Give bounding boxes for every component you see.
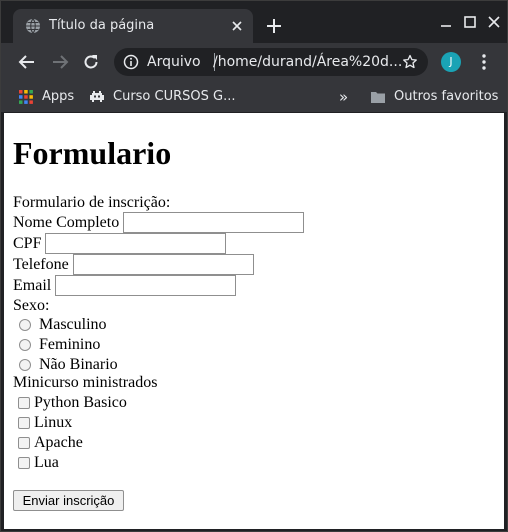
tab-title: Título da página — [49, 18, 155, 33]
sex-label: Sexo: — [13, 297, 50, 314]
checkbox-python[interactable] — [18, 397, 30, 409]
globe-icon — [26, 18, 40, 34]
maximize-icon[interactable] — [463, 15, 477, 29]
sex-option-male[interactable]: Masculino — [13, 315, 107, 335]
info-icon[interactable] — [123, 54, 139, 70]
course-option-lua[interactable]: Lua — [13, 453, 59, 473]
bookmark-apps[interactable]: Apps — [18, 88, 74, 106]
cpf-input[interactable] — [45, 233, 227, 254]
cpf-field-row: CPF — [13, 233, 227, 254]
bookmarks-bar: Apps Curso CURSOS G... » Outros favorito… — [1, 81, 507, 113]
bookmark-star-icon[interactable] — [402, 54, 418, 70]
bookmarks-overflow[interactable]: » — [339, 88, 348, 106]
email-input[interactable] — [55, 275, 237, 296]
radio-masculino[interactable] — [19, 319, 31, 331]
sex-option-female[interactable]: Feminino — [13, 335, 100, 355]
close-tab-icon[interactable] — [229, 18, 245, 34]
bookmark-course[interactable]: Curso CURSOS G... — [89, 88, 235, 106]
bookmark-course-label: Curso CURSOS G... — [113, 89, 236, 104]
page-viewport: Formulario Formulario de inscrição: Nome… — [4, 113, 504, 529]
browser-window: Título da página Arquivo /home/durand/Ár… — [0, 0, 508, 532]
checkbox-linux-label: Linux — [34, 414, 73, 431]
page-title: Formulario — [13, 135, 172, 171]
new-tab-icon[interactable] — [264, 16, 284, 36]
checkbox-linux[interactable] — [18, 417, 30, 429]
checkbox-python-label: Python Basico — [34, 394, 127, 411]
address-scheme: Arquivo — [147, 54, 201, 70]
bookmark-other-folder[interactable]: Outros favoritos — [370, 88, 498, 106]
reload-icon[interactable] — [82, 53, 100, 71]
back-arrow-icon[interactable] — [18, 53, 36, 71]
form-intro: Formulario de inscrição: — [13, 194, 171, 211]
courses-label: Minicurso ministrados — [13, 374, 158, 391]
phone-label: Telefone — [13, 255, 69, 273]
radio-masculino-label: Masculino — [39, 316, 107, 333]
course-option-linux[interactable]: Linux — [13, 413, 72, 433]
submit-button[interactable]: Enviar inscrição — [13, 490, 124, 511]
email-label: Email — [13, 276, 52, 294]
profile-avatar[interactable]: J — [441, 52, 461, 72]
checkbox-apache-label: Apache — [34, 434, 83, 451]
tab-strip: Título da página — [1, 1, 507, 43]
checkbox-apache[interactable] — [18, 437, 30, 449]
browser-toolbar: Arquivo /home/durand/Área%20d... J — [1, 43, 507, 81]
radio-nao-binario-label: Não Binario — [39, 356, 118, 373]
name-field-row: Nome Completo — [13, 212, 305, 233]
course-option-python[interactable]: Python Basico — [13, 393, 127, 413]
bookmark-other-label: Outros favoritos — [394, 89, 499, 104]
radio-feminino-label: Feminino — [39, 336, 101, 353]
bookmark-apps-label: Apps — [42, 89, 75, 104]
sex-option-nonbinary[interactable]: Não Binario — [13, 355, 118, 375]
email-field-row: Email — [13, 275, 237, 296]
phone-field-row: Telefone — [13, 254, 254, 275]
bookmarks-overflow-label: » — [339, 88, 349, 106]
minimize-icon[interactable] — [439, 15, 453, 29]
browser-tab[interactable]: Título da página — [13, 9, 253, 43]
radio-feminino[interactable] — [19, 339, 31, 351]
apps-grid-icon — [19, 90, 33, 104]
checkbox-lua[interactable] — [18, 457, 30, 469]
phone-input[interactable] — [72, 254, 254, 275]
course-option-apache[interactable]: Apache — [13, 433, 83, 453]
checkbox-lua-label: Lua — [34, 454, 59, 471]
alien-invader-icon — [90, 91, 104, 102]
address-url[interactable]: /home/durand/Área%20d... — [213, 54, 402, 70]
name-label: Nome Completo — [13, 213, 120, 231]
forward-arrow-icon[interactable] — [51, 53, 69, 71]
cpf-label: CPF — [13, 234, 42, 252]
address-bar[interactable]: Arquivo /home/durand/Área%20d... — [114, 48, 428, 76]
close-window-icon[interactable] — [487, 15, 501, 29]
name-input[interactable] — [123, 212, 305, 233]
radio-nao-binario[interactable] — [19, 359, 31, 371]
folder-icon — [371, 92, 385, 103]
more-vert-icon[interactable] — [476, 53, 492, 71]
